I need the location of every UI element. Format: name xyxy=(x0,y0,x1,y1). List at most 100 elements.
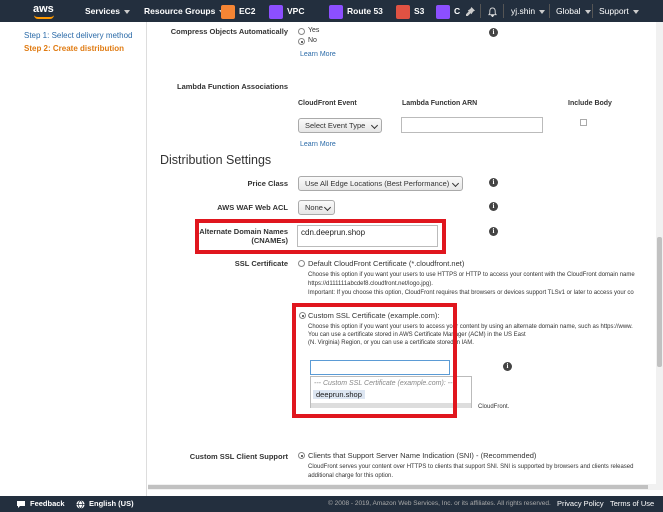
default-cert-radio[interactable] xyxy=(298,260,305,267)
default-cert-label: Default CloudFront Certificate (*.cloudf… xyxy=(308,259,465,268)
c-label: C xyxy=(454,6,461,16)
sni-label: Clients that Support Server Name Indicat… xyxy=(308,451,537,460)
s3-label: S3 xyxy=(414,6,425,16)
route53-icon xyxy=(329,4,343,19)
pin-icon[interactable] xyxy=(466,0,475,22)
vertical-scroll-thumb[interactable] xyxy=(657,237,662,367)
vpc-icon xyxy=(269,4,283,19)
info-icon[interactable]: i xyxy=(489,202,498,211)
chevron-down-icon xyxy=(539,9,546,14)
default-cert-desc-3: Important: If you choose this option, Cl… xyxy=(308,290,634,296)
region-menu[interactable]: Global xyxy=(556,0,591,22)
price-class-value: Use All Edge Locations (Best Performance… xyxy=(305,179,450,188)
default-cert-desc-2: https://d111111abcdef8.cloudfront.net/lo… xyxy=(308,281,433,287)
compress-yes-radio[interactable] xyxy=(298,28,305,35)
pinned-ec2[interactable]: EC2 xyxy=(221,0,256,22)
info-icon[interactable]: i xyxy=(489,227,498,236)
chevron-down-icon xyxy=(451,179,460,188)
lambda-label: Lambda Function Associations xyxy=(177,82,288,91)
terms-of-use-link[interactable]: Terms of Use xyxy=(610,496,654,512)
cloudfront-icon xyxy=(436,4,450,19)
compress-no-label: No xyxy=(308,37,317,44)
pinned-route53[interactable]: Route 53 xyxy=(329,0,383,22)
language-selector[interactable]: English (US) xyxy=(76,496,134,512)
info-icon[interactable]: i xyxy=(503,362,512,371)
ec2-label: EC2 xyxy=(239,6,256,16)
horizontal-scrollbar[interactable] xyxy=(148,484,656,490)
notifications-bell[interactable] xyxy=(488,0,497,22)
pinned-c[interactable]: C xyxy=(436,0,460,22)
section-title: Distribution Settings xyxy=(160,153,272,167)
chevron-down-icon xyxy=(632,9,639,14)
sni-desc-1: CloudFront serves your content over HTTP… xyxy=(308,464,634,470)
nav-divider xyxy=(592,4,593,18)
chevron-down-icon xyxy=(584,9,591,14)
sni-desc-2: additional charge for this option. xyxy=(308,473,394,479)
compress-label: Compress Objects Automatically xyxy=(170,27,288,36)
chevron-down-icon xyxy=(323,203,332,212)
pinned-vpc[interactable]: VPC xyxy=(269,0,304,22)
include-body-checkbox[interactable] xyxy=(580,119,587,126)
language-label: English (US) xyxy=(89,499,134,508)
lambda-arn-input[interactable] xyxy=(401,117,543,133)
nav-divider xyxy=(503,4,504,18)
info-icon[interactable]: i xyxy=(489,178,498,187)
s3-icon xyxy=(396,4,410,19)
compress-learn-more-link[interactable]: Learn More xyxy=(300,51,336,58)
nav-divider xyxy=(549,4,550,18)
speech-bubble-icon xyxy=(17,500,25,508)
top-nav: aws Services Resource Groups EC2 VPC Rou… xyxy=(0,0,663,22)
highlight-cname-box xyxy=(195,219,446,254)
default-cert-desc-1: Choose this option if you want your user… xyxy=(308,272,635,278)
user-menu[interactable]: yj.shin xyxy=(511,0,546,22)
price-class-select[interactable]: Use All Edge Locations (Best Performance… xyxy=(298,176,463,191)
vpc-label: VPC xyxy=(287,6,305,16)
waf-label: AWS WAF Web ACL xyxy=(217,203,288,212)
compress-no-radio[interactable] xyxy=(298,38,305,45)
support-menu[interactable]: Support xyxy=(599,0,639,22)
user-label: yj.shin xyxy=(511,6,536,16)
custom-cert-desc-behind: CloudFront. xyxy=(478,404,510,410)
ssl-label: SSL Certificate xyxy=(234,259,288,268)
col-cloudfront-event: CloudFront Event xyxy=(298,100,357,107)
feedback-link[interactable]: Feedback xyxy=(16,496,65,512)
col-include-body: Include Body xyxy=(568,100,612,107)
route53-label: Route 53 xyxy=(347,6,383,16)
feedback-label: Feedback xyxy=(30,499,65,508)
event-type-select[interactable]: Select Event Type xyxy=(298,118,382,133)
highlight-ssl-box xyxy=(292,303,457,418)
copyright: © 2008 - 2019, Amazon Web Services, Inc.… xyxy=(328,500,551,507)
bell-icon xyxy=(488,7,497,18)
privacy-policy-link[interactable]: Privacy Policy xyxy=(557,496,604,512)
info-icon[interactable]: i xyxy=(489,28,498,37)
vertical-scrollbar[interactable] xyxy=(656,22,663,490)
compress-yes-label: Yes xyxy=(308,27,320,34)
price-class-label: Price Class xyxy=(247,179,288,188)
nav-divider xyxy=(480,4,481,18)
event-type-value: Select Event Type xyxy=(305,121,366,130)
region-label: Global xyxy=(556,6,581,16)
resource-groups-label: Resource Groups xyxy=(144,6,216,16)
step-2-current: Step 2: Create distribution xyxy=(24,44,125,53)
footer: Feedback English (US) © 2008 - 2019, Ama… xyxy=(0,496,663,512)
resource-groups-menu[interactable]: Resource Groups xyxy=(144,0,226,22)
support-label: Support xyxy=(599,6,629,16)
pushpin-icon xyxy=(466,7,475,17)
waf-select[interactable]: None xyxy=(298,200,335,215)
ec2-icon xyxy=(221,4,235,19)
wizard-sidebar: Step 1: Select delivery method Step 2: C… xyxy=(0,22,147,496)
aws-logo-text: aws xyxy=(33,3,54,15)
services-menu[interactable]: Services xyxy=(85,0,130,22)
client-support-label: Custom SSL Client Support xyxy=(189,452,288,461)
aws-smile-icon xyxy=(34,15,54,19)
aws-logo[interactable]: aws xyxy=(30,2,62,20)
pinned-s3[interactable]: S3 xyxy=(396,0,424,22)
lambda-learn-more-link[interactable]: Learn More xyxy=(300,141,336,148)
chevron-down-icon xyxy=(123,9,130,14)
main-form: Compress Objects Automatically Yes No Le… xyxy=(148,22,656,484)
horizontal-scroll-thumb[interactable] xyxy=(148,485,648,489)
services-label: Services xyxy=(85,6,120,16)
col-lambda-arn: Lambda Function ARN xyxy=(402,100,478,107)
step-1-link[interactable]: Step 1: Select delivery method xyxy=(24,31,133,40)
sni-radio[interactable] xyxy=(298,452,305,459)
